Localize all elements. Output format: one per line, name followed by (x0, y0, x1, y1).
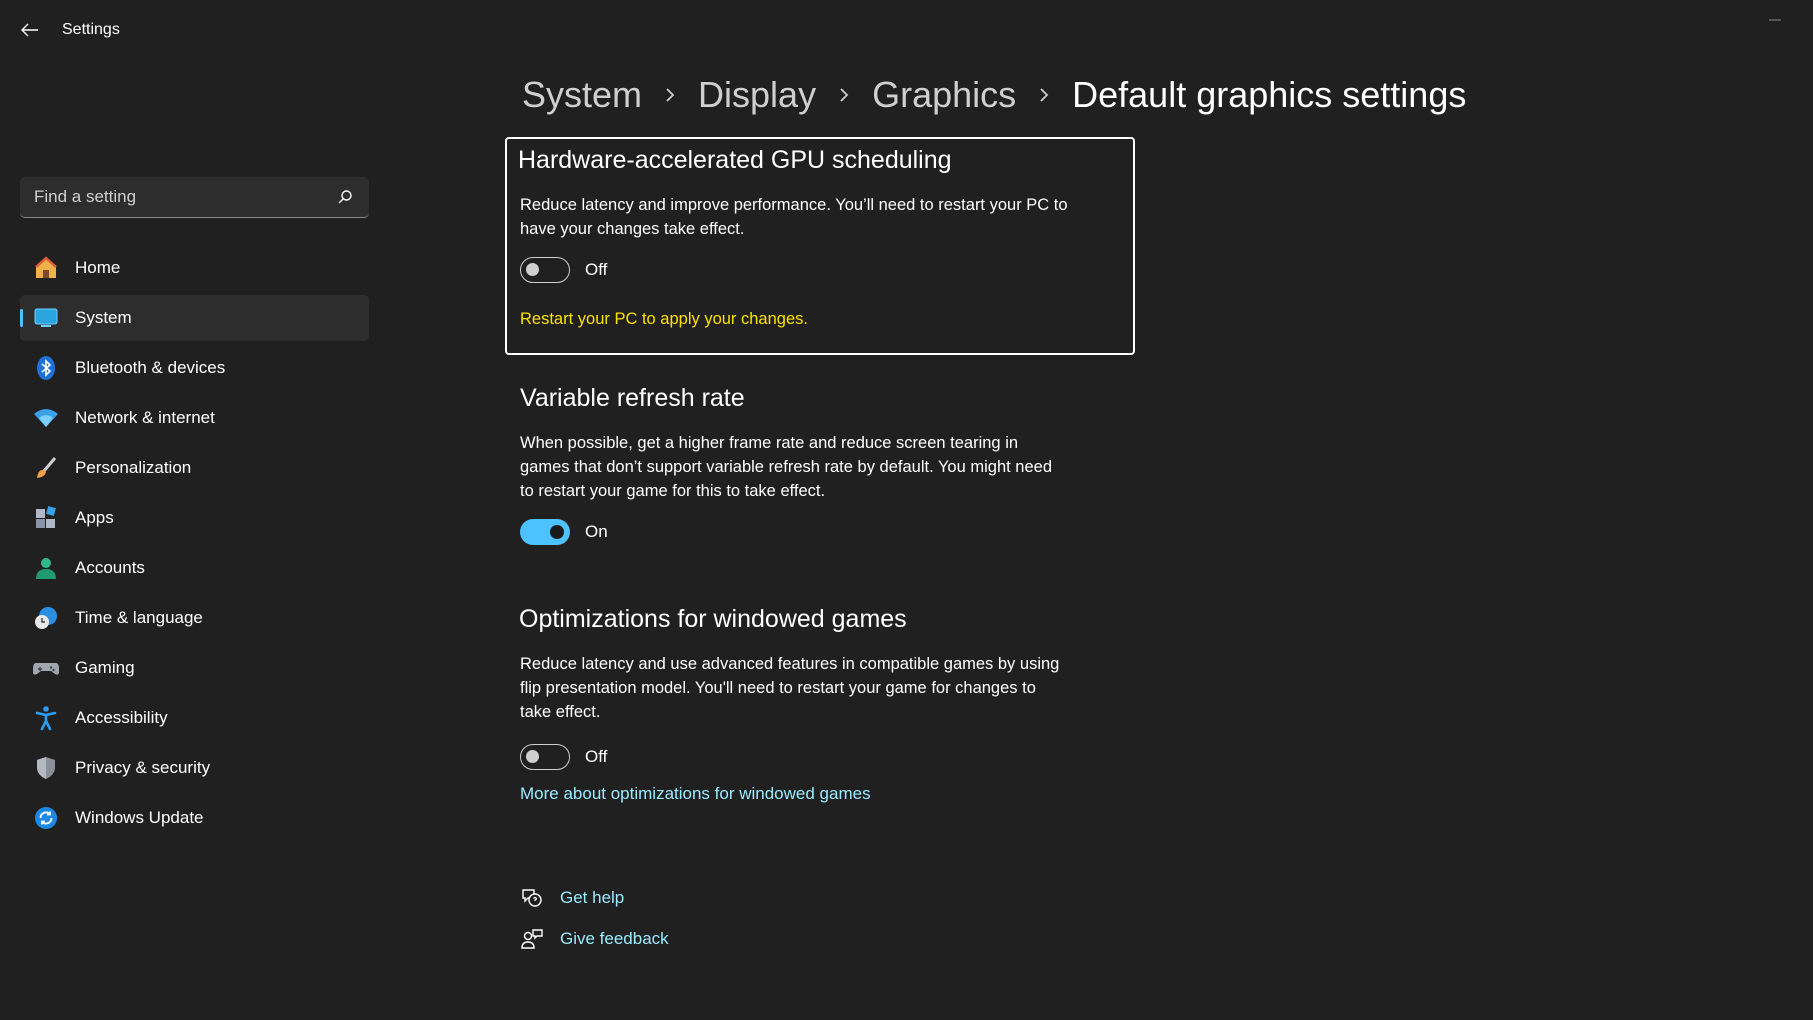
apps-icon (32, 504, 60, 532)
windowed-games-state: Off (585, 747, 608, 766)
windowed-games-description: Reduce latency and use advanced features… (520, 655, 1060, 721)
toggle-knob (526, 750, 539, 763)
sidebar-item-privacy-security[interactable]: Privacy & security (20, 745, 369, 791)
breadcrumb-system[interactable]: System (522, 74, 642, 116)
breadcrumb-graphics[interactable]: Graphics (872, 74, 1016, 116)
variable-refresh-section: Variable refresh rate When possible, get… (520, 384, 1080, 545)
sidebar-item-label: Apps (75, 508, 114, 527)
sidebar-item-bluetooth[interactable]: Bluetooth & devices (20, 345, 369, 391)
gpu-scheduling-toggle-row[interactable]: Off (520, 257, 1080, 283)
sidebar-item-label: Time & language (75, 608, 203, 627)
variable-refresh-toggle[interactable] (520, 519, 570, 545)
sidebar-item-accessibility[interactable]: Accessibility (20, 695, 369, 741)
windowed-games-learn-more-link[interactable]: More about optimizations for windowed ga… (520, 784, 1080, 804)
give-feedback-label[interactable]: Give feedback (560, 929, 669, 949)
restart-warning: Restart your PC to apply your changes. (520, 310, 808, 328)
minimize-icon (1769, 19, 1781, 21)
home-icon (32, 254, 60, 282)
chevron-right-icon (816, 87, 872, 103)
sidebar-item-label: Gaming (75, 658, 135, 677)
brush-icon (32, 454, 60, 482)
sidebar-item-label: Accessibility (75, 708, 168, 727)
search-icon[interactable] (337, 189, 353, 205)
gpu-scheduling-description: Reduce latency and improve performance. … (520, 196, 1068, 238)
update-icon (32, 804, 60, 832)
sidebar-item-system[interactable]: System (20, 295, 369, 341)
system-icon (32, 304, 60, 332)
wifi-icon (32, 404, 60, 432)
variable-refresh-state: On (585, 522, 608, 541)
app-title: Settings (62, 21, 120, 38)
title-bar: Settings (0, 0, 1813, 62)
gpu-scheduling-state: Off (585, 260, 608, 279)
variable-refresh-toggle-row[interactable]: On (520, 519, 1080, 545)
sidebar-item-label: Accounts (75, 558, 145, 577)
gpu-scheduling-section: Hardware-accelerated GPU scheduling Redu… (518, 146, 1080, 329)
windowed-games-title: Optimizations for windowed games (519, 605, 907, 633)
sidebar-item-label: Privacy & security (75, 758, 211, 777)
sidebar-item-home[interactable]: Home (20, 245, 369, 291)
gamepad-icon (32, 654, 60, 682)
bluetooth-icon (32, 354, 60, 382)
sidebar-item-windows-update[interactable]: Windows Update (20, 795, 369, 841)
sidebar-item-apps[interactable]: Apps (20, 495, 369, 541)
sidebar-item-label: Bluetooth & devices (75, 358, 226, 377)
sidebar-item-accounts[interactable]: Accounts (20, 545, 369, 591)
chevron-right-icon (642, 87, 698, 103)
search-input[interactable] (20, 177, 320, 217)
variable-refresh-description: When possible, get a higher frame rate a… (520, 434, 1053, 500)
sidebar-item-label: Network & internet (75, 408, 215, 427)
toggle-knob (550, 525, 564, 539)
sidebar-nav: Home System Bluetooth & devices Network … (20, 245, 369, 845)
breadcrumb: System Display Graphics Default graphics… (522, 70, 1466, 120)
toggle-knob (526, 263, 539, 276)
sidebar-item-label: Personalization (75, 458, 192, 477)
sidebar-item-time-language[interactable]: Time & language (20, 595, 369, 641)
windowed-games-section: Optimizations for windowed games Reduce … (519, 605, 1080, 804)
variable-refresh-title: Variable refresh rate (520, 384, 745, 412)
sidebar-item-label: System (75, 308, 132, 327)
sidebar-item-label: Windows Update (75, 808, 204, 827)
get-help-label[interactable]: Get help (560, 888, 624, 908)
sidebar-item-personalization[interactable]: Personalization (20, 445, 369, 491)
sidebar-item-gaming[interactable]: Gaming (20, 645, 369, 691)
back-arrow-icon (21, 23, 38, 37)
gpu-scheduling-toggle[interactable] (520, 257, 570, 283)
give-feedback-link[interactable]: Give feedback (520, 927, 669, 951)
feedback-icon (520, 927, 544, 951)
back-button[interactable] (14, 16, 46, 44)
get-help-link[interactable]: Get help (520, 886, 624, 910)
page-title: Default graphics settings (1072, 74, 1467, 115)
sidebar-item-network[interactable]: Network & internet (20, 395, 369, 441)
accounts-icon (32, 554, 60, 582)
shield-icon (32, 754, 60, 782)
breadcrumb-display[interactable]: Display (698, 74, 816, 116)
sidebar-item-label: Home (75, 258, 121, 277)
windowed-games-toggle-row[interactable]: Off (520, 744, 1080, 770)
search-box[interactable] (20, 177, 369, 218)
help-chat-icon (520, 886, 544, 910)
chevron-right-icon (1016, 87, 1072, 103)
minimize-button[interactable] (1755, 8, 1795, 32)
windowed-games-toggle[interactable] (520, 744, 570, 770)
accessibility-icon (32, 704, 60, 732)
clock-globe-icon (32, 604, 60, 632)
gpu-scheduling-title: Hardware-accelerated GPU scheduling (518, 146, 952, 174)
